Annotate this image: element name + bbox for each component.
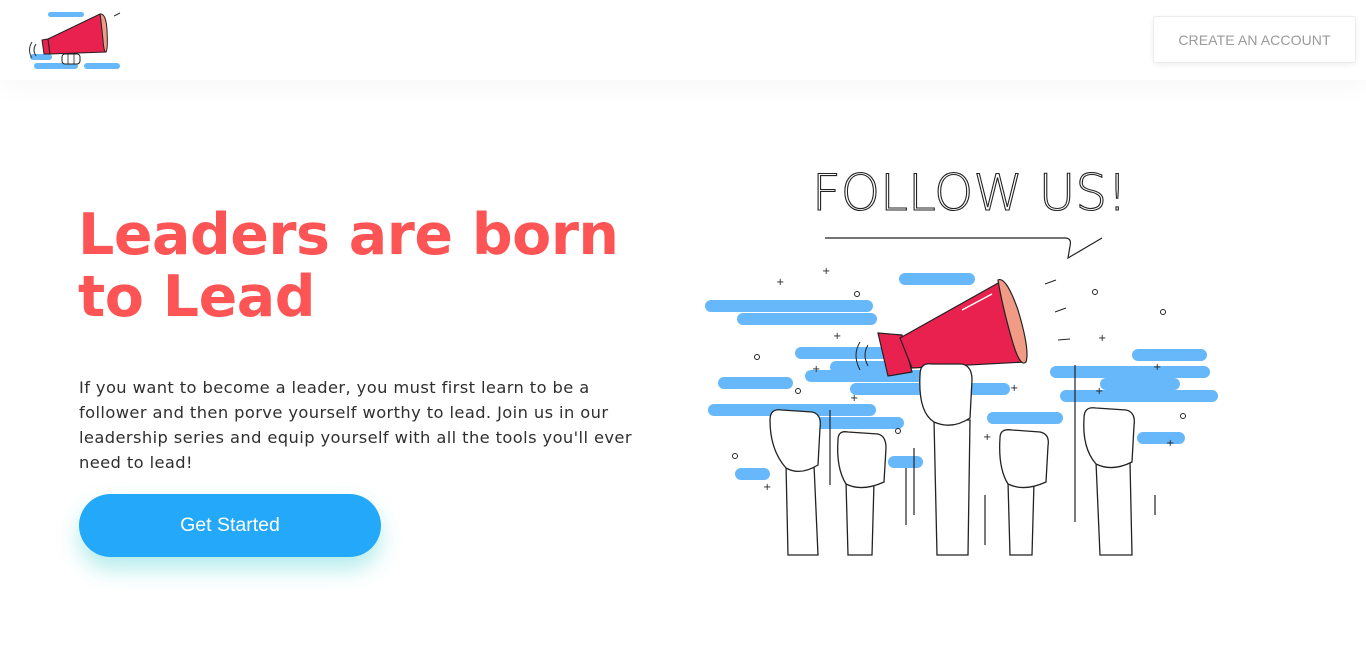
hero-title: Leaders are born to Lead bbox=[78, 202, 619, 330]
megaphone-icon: FOLLOW US! + + + + + + + + + + + + bbox=[705, 163, 1218, 556]
follow-us-text: FOLLOW US! bbox=[812, 164, 1127, 222]
svg-text:+: + bbox=[1010, 383, 1018, 394]
svg-text:+: + bbox=[833, 331, 841, 342]
svg-text:+: + bbox=[763, 482, 771, 493]
get-started-button[interactable]: Get Started bbox=[79, 494, 381, 557]
megaphone-logo-icon[interactable] bbox=[28, 10, 124, 72]
svg-text:+: + bbox=[1166, 438, 1174, 449]
svg-text:+: + bbox=[983, 432, 991, 443]
svg-text:+: + bbox=[1098, 333, 1106, 344]
navbar: CREATE AN ACCOUNT bbox=[0, 0, 1366, 80]
hero-description: If you want to become a leader, you must… bbox=[79, 378, 632, 472]
create-account-button[interactable]: CREATE AN ACCOUNT bbox=[1153, 16, 1356, 63]
svg-text:+: + bbox=[1153, 362, 1161, 373]
svg-text:+: + bbox=[776, 277, 784, 288]
svg-text:+: + bbox=[1095, 386, 1103, 397]
follow-us-illustration: FOLLOW US! + + + + + + + + + + + + bbox=[700, 150, 1230, 560]
svg-text:+: + bbox=[822, 266, 830, 277]
svg-text:+: + bbox=[812, 364, 820, 375]
svg-text:+: + bbox=[850, 393, 858, 404]
